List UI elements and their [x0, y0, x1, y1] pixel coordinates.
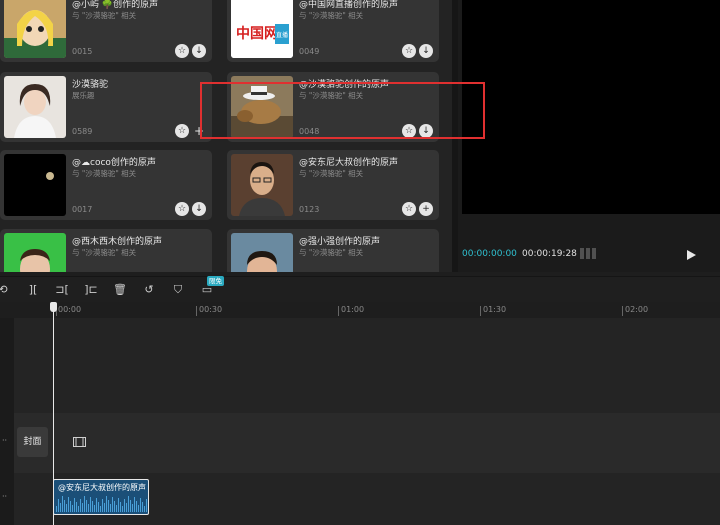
trim-right-icon[interactable]: ]⊏: [84, 283, 98, 297]
download-icon[interactable]: ↓: [419, 44, 433, 58]
music-card[interactable]: @☁coco创作的原声 与 "沙漠骆驼" 相关 0017 ☆ ↓: [0, 150, 212, 220]
film-icon: [73, 437, 86, 447]
card-subtitle: 与 "沙漠骆驼" 相关: [299, 248, 364, 257]
clip-label: @安东尼大叔创作的原声: [58, 483, 146, 492]
undo-icon[interactable]: ⟲: [0, 283, 10, 297]
total-time: 00:00:19:28: [522, 249, 577, 259]
cover-thumbnail: [4, 0, 66, 58]
star-icon[interactable]: ☆: [402, 44, 416, 58]
ruler-tick: 01:00: [341, 305, 365, 314]
music-card[interactable]: 中国网 直播 @中国网直播创作的原声 与 "沙漠骆驼" 相关 0049 ☆ ↓: [227, 0, 439, 62]
preview-player: 00:00:00:00 00:00:19:28: [458, 0, 720, 272]
preview-screen: [462, 0, 720, 214]
ruler-tick: 00:00: [58, 305, 82, 314]
time-ruler[interactable]: 00:00 00:30 01:00 01:30 02:00: [0, 302, 720, 318]
card-title: @☁coco创作的原声: [72, 158, 156, 168]
audio-clip[interactable]: @安东尼大叔创作的原声: [53, 479, 149, 515]
highlight-box: [200, 82, 485, 139]
card-count: 0015: [72, 47, 93, 56]
ruler-tick: 02:00: [625, 305, 649, 314]
ruler-tick: 00:30: [199, 305, 223, 314]
edit-toolbar: ⟲ ][ ⊐[ ]⊏ 🗑 ↺ ⛉ ▭ 限免: [0, 276, 720, 302]
more-icon[interactable]: ··: [2, 436, 7, 445]
card-title: @安东尼大叔创作的原声: [299, 158, 399, 168]
main-track[interactable]: [0, 318, 720, 413]
cover-track: [0, 413, 720, 473]
mark-icon[interactable]: ⛉: [171, 283, 185, 297]
card-title: @小屿 🌳创作的原声: [72, 0, 159, 10]
waveform: [56, 496, 147, 512]
card-subtitle: 与 "沙漠骆驼" 相关: [299, 11, 364, 20]
download-icon[interactable]: ↓: [192, 202, 206, 216]
star-icon[interactable]: ☆: [175, 44, 189, 58]
more-icon[interactable]: ··: [2, 492, 7, 501]
card-count: 0049: [299, 47, 320, 56]
trim-left-icon[interactable]: ⊐[: [55, 283, 69, 297]
card-title: @中国网直播创作的原声: [299, 0, 399, 10]
logo-text: 中国网: [236, 25, 278, 42]
card-count: 0123: [299, 205, 320, 214]
card-title: @强小强创作的原声: [299, 237, 381, 247]
card-subtitle: 与 "沙漠骆驼" 相关: [72, 248, 137, 257]
cover-button[interactable]: 封面: [17, 427, 48, 457]
free-badge: 限免: [207, 276, 224, 286]
ruler-tick: 01:30: [483, 305, 507, 314]
freeze-icon[interactable]: ↺: [142, 283, 156, 297]
card-subtitle: 与 "沙漠骆驼" 相关: [72, 11, 137, 20]
cover-thumbnail: [4, 233, 66, 272]
music-card[interactable]: @小屿 🌳创作的原声 与 "沙漠骆驼" 相关 0015 ☆ ↓: [0, 0, 212, 62]
grid-icon[interactable]: [580, 248, 596, 259]
cover-thumbnail: [231, 154, 293, 216]
cover-thumbnail: [231, 233, 293, 272]
star-icon[interactable]: ☆: [175, 124, 189, 138]
logo-tag: 直播: [276, 31, 288, 39]
download-icon[interactable]: ↓: [192, 44, 206, 58]
playhead-handle[interactable]: [50, 302, 57, 312]
music-card[interactable]: 沙漠骆驼 展乐趣 0589 ☆ +: [0, 72, 212, 142]
playhead[interactable]: [53, 302, 54, 525]
delete-icon[interactable]: 🗑: [113, 283, 127, 297]
play-icon[interactable]: [684, 248, 698, 262]
card-subtitle: 展乐趣: [72, 91, 95, 100]
star-icon[interactable]: ☆: [402, 202, 416, 216]
card-count: 0589: [72, 127, 93, 136]
cover-thumbnail: 中国网 直播: [231, 0, 293, 58]
cover-thumbnail: [4, 154, 66, 216]
card-subtitle: 与 "沙漠骆驼" 相关: [72, 169, 137, 178]
music-card[interactable]: @强小强创作的原声 与 "沙漠骆驼" 相关: [227, 229, 439, 272]
card-subtitle: 与 "沙漠骆驼" 相关: [299, 169, 364, 178]
split-icon[interactable]: ][: [26, 283, 40, 297]
card-title: 沙漠骆驼: [72, 80, 109, 90]
cover-thumbnail: [4, 76, 66, 138]
track-gutter: ·· ··: [0, 318, 14, 525]
card-title: @西木西木创作的原声: [72, 237, 163, 247]
card-count: 0017: [72, 205, 93, 214]
music-card[interactable]: @西木西木创作的原声 与 "沙漠骆驼" 相关: [0, 229, 212, 272]
music-card[interactable]: @安东尼大叔创作的原声 与 "沙漠骆驼" 相关 0123 ☆ +: [227, 150, 439, 220]
star-icon[interactable]: ☆: [175, 202, 189, 216]
add-icon[interactable]: +: [419, 202, 433, 216]
current-time: 00:00:00:00: [462, 249, 517, 259]
